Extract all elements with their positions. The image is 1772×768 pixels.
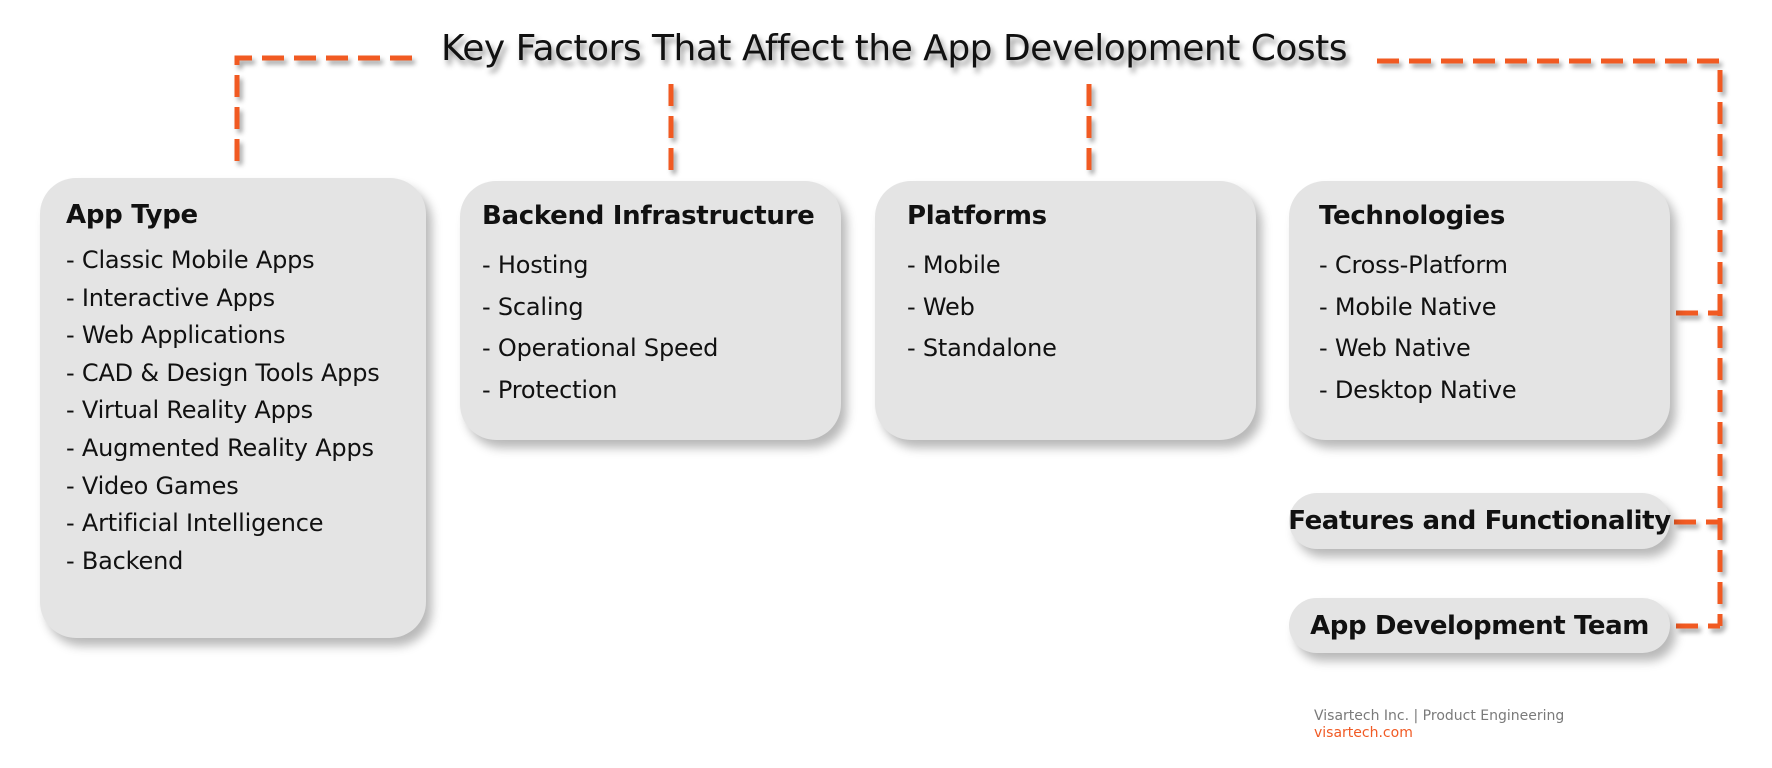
- card-item-list: - Mobile - Web - Standalone: [907, 245, 1256, 370]
- pill-app-development-team: App Development Team: [1289, 598, 1670, 653]
- list-item: - Classic Mobile Apps: [66, 246, 315, 274]
- card-app-type: App Type - Classic Mobile Apps - Interac…: [40, 178, 426, 638]
- list-item: - Web Applications: [66, 321, 286, 350]
- card-heading: Technologies: [1319, 201, 1506, 231]
- list-item: - CAD & Design Tools Apps: [66, 358, 380, 387]
- pill-features-and-functionality: Features and Functionality: [1288, 493, 1671, 549]
- list-item: - Web: [907, 292, 975, 321]
- list-item: - Cross-Platform: [1319, 251, 1508, 279]
- list-item: - Standalone: [907, 334, 1057, 362]
- card-technologies: Technologies - Cross-Platform - Mobile N…: [1289, 181, 1670, 440]
- list-item: - Protection: [482, 375, 618, 404]
- list-item: - Interactive Apps: [66, 283, 275, 312]
- list-item: - Artificial Intelligence: [66, 509, 324, 538]
- card-item-list: - Hosting - Scaling - Operational Speed …: [482, 245, 841, 411]
- connector-app-type: [234, 55, 412, 170]
- list-item: - Backend: [66, 546, 184, 575]
- card-heading: App Type: [66, 200, 198, 230]
- footer: Visartech Inc. | Product Engineering vis…: [1314, 708, 1564, 742]
- list-item: - Mobile Native: [1319, 292, 1497, 321]
- list-item: - Desktop Native: [1319, 375, 1517, 404]
- diagram-title: Key Factors That Affect the App Developm…: [440, 28, 1348, 69]
- list-item: - Mobile: [907, 251, 1001, 279]
- footer-company: Visartech Inc. | Product Engineering: [1314, 708, 1565, 724]
- card-heading: Platforms: [907, 201, 1047, 231]
- card-item-list: - Classic Mobile Apps - Interactive Apps…: [66, 242, 426, 580]
- card-item-list: - Cross-Platform - Mobile Native - Web N…: [1319, 245, 1670, 411]
- list-item: - Scaling: [482, 292, 584, 321]
- list-item: - Virtual Reality Apps: [66, 396, 313, 425]
- card-platforms: Platforms - Mobile - Web - Standalone: [875, 181, 1256, 440]
- card-heading: Backend Infrastructure: [482, 201, 815, 231]
- footer-url-link[interactable]: visartech.com: [1314, 725, 1564, 742]
- list-item: - Operational Speed: [482, 334, 719, 362]
- list-item: - Hosting: [482, 251, 589, 279]
- list-item: - Video Games: [66, 471, 239, 500]
- list-item: - Augmented Reality Apps: [66, 433, 374, 462]
- card-backend-infrastructure: Backend Infrastructure - Hosting - Scali…: [460, 181, 841, 440]
- list-item: - Web Native: [1319, 334, 1471, 362]
